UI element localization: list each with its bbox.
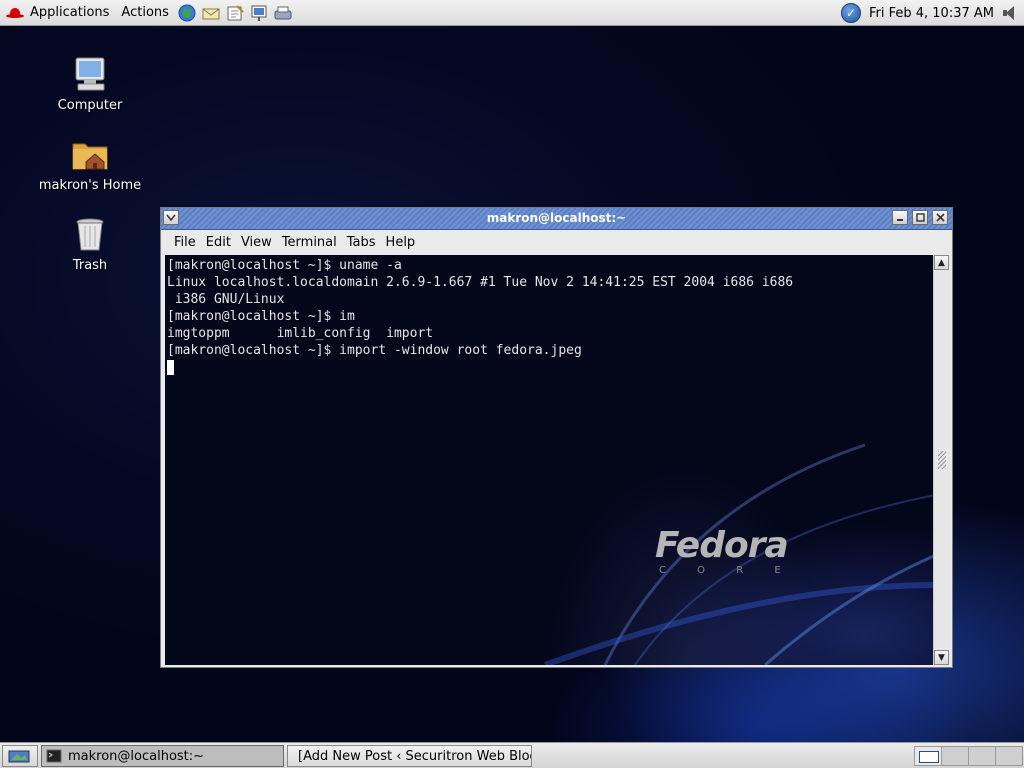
terminal-line: [makron@localhost ~]$ import -window roo… (167, 343, 582, 358)
desktop-icon-label: Trash (72, 258, 108, 273)
menu-tabs[interactable]: Tabs (347, 235, 376, 250)
applications-menu[interactable]: Applications (0, 0, 115, 26)
terminal-output: [makron@localhost ~]$ uname -a Linux loc… (167, 257, 793, 376)
close-button[interactable] (932, 210, 948, 225)
terminal-screen[interactable]: Fedora C O R E [makron@localhost ~]$ una… (165, 255, 936, 665)
menu-file[interactable]: File (174, 235, 196, 250)
terminal-scrollbar[interactable]: ▲ ▼ (933, 255, 950, 665)
show-desktop-icon (8, 750, 30, 763)
desktop-icon-label: makron's Home (38, 178, 142, 193)
terminal-menubar: File Edit View Terminal Tabs Help (161, 230, 952, 254)
update-notifier-icon[interactable]: ✓ (840, 3, 861, 23)
actions-label: Actions (121, 5, 169, 20)
terminal-icon (46, 749, 62, 763)
terminal-line: [makron@localhost ~]$ im (167, 309, 355, 324)
maximize-button[interactable] (912, 210, 928, 225)
workspace-3[interactable] (968, 746, 996, 766)
menu-help[interactable]: Help (386, 235, 416, 250)
terminal-line: i386 GNU/Linux (167, 292, 285, 307)
presentation-icon[interactable] (249, 4, 269, 22)
window-titlebar[interactable]: makron@localhost:~ (161, 208, 952, 230)
menu-view[interactable]: View (241, 235, 272, 250)
terminal-cursor (167, 360, 174, 375)
web-browser-icon[interactable] (177, 4, 197, 22)
desktop-icon-trash[interactable]: Trash (35, 214, 145, 273)
workspace-2[interactable] (941, 746, 969, 766)
actions-menu[interactable]: Actions (115, 0, 175, 26)
show-desktop-button[interactable] (2, 745, 38, 767)
office-icon[interactable] (225, 4, 245, 22)
terminal-line: Linux localhost.localdomain 2.6.9-1.667 … (167, 275, 794, 290)
trash-icon (70, 214, 110, 254)
scroll-down-arrow[interactable]: ▼ (934, 650, 949, 665)
menu-terminal[interactable]: Terminal (282, 235, 337, 250)
home-folder-icon (70, 134, 110, 174)
bottom-panel: makron@localhost:~ [Add New Post ‹ Secur… (0, 742, 1024, 768)
scrollbar-grip[interactable] (938, 451, 946, 469)
clock[interactable]: Fri Feb 4, 10:37 AM (869, 6, 994, 21)
fedora-core-label: C O R E (659, 565, 795, 576)
scroll-up-arrow[interactable]: ▲ (934, 255, 949, 270)
redhat-icon (6, 7, 24, 19)
terminal-line: imgtoppm imlib_config import (167, 326, 434, 341)
taskbar-item-browser[interactable]: [Add New Post ‹ Securitron Web Blog (287, 745, 532, 767)
minimize-button[interactable] (892, 210, 908, 225)
workspace-4[interactable] (995, 746, 1023, 766)
email-icon[interactable] (201, 4, 221, 22)
desktop-icon-computer[interactable]: Computer (35, 54, 145, 113)
desktop-icon-label: Computer (57, 98, 123, 113)
window-title: makron@localhost:~ (486, 211, 627, 225)
print-icon[interactable] (273, 4, 293, 22)
terminal-line: [makron@localhost ~]$ uname -a (167, 258, 402, 273)
applications-label: Applications (30, 5, 110, 20)
volume-icon[interactable] (1002, 5, 1016, 21)
fedora-logo: Fedora (655, 525, 789, 566)
computer-icon (70, 54, 110, 94)
taskbar-item-terminal[interactable]: makron@localhost:~ (41, 745, 284, 767)
desktop-icon-home[interactable]: makron's Home (35, 134, 145, 193)
taskbar-item-label: makron@localhost:~ (68, 748, 205, 764)
terminal-window: makron@localhost:~ File Edit View Termin… (160, 207, 953, 668)
taskbar-item-label: [Add New Post ‹ Securitron Web Blog (298, 748, 532, 764)
top-panel: Applications Actions ✓ Fri Feb 4, 10:37 … (0, 0, 1024, 26)
workspace-1[interactable] (914, 746, 942, 766)
menu-edit[interactable]: Edit (206, 235, 231, 250)
